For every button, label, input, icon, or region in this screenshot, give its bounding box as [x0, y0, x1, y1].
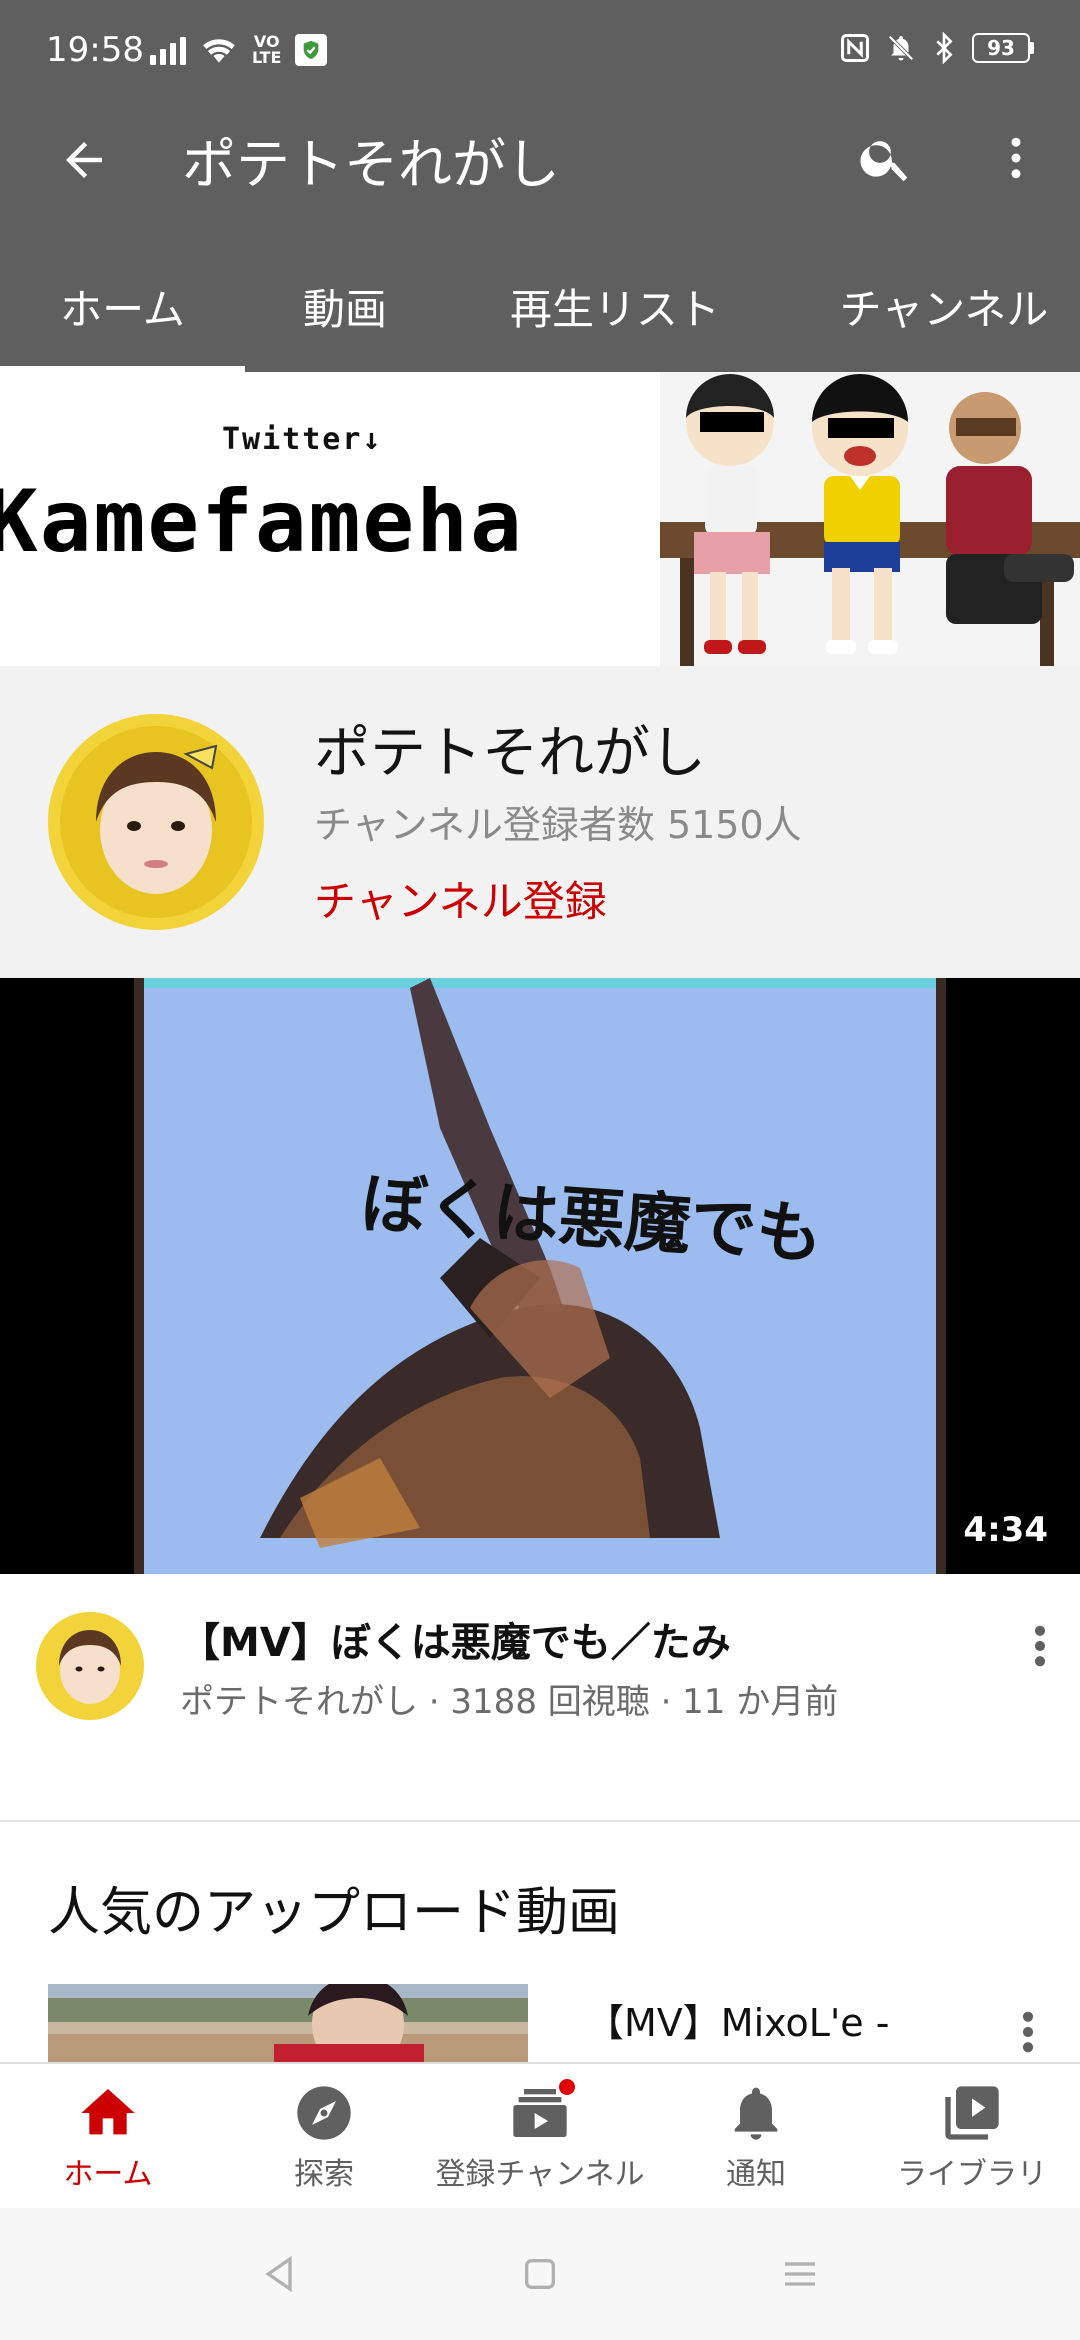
status-bar: 19:58 VO LTE 93 [0, 0, 1080, 84]
system-navigation-bar [0, 2208, 1080, 2340]
volte-icon: VO LTE [252, 32, 282, 67]
channel-tabs: ホーム 動画 再生リスト チャンネル [0, 240, 1080, 372]
more-options-button[interactable] [980, 122, 1052, 194]
home-icon [81, 2089, 135, 2135]
nfc-icon [841, 34, 869, 62]
back-button[interactable] [48, 124, 120, 196]
video-metadata: ポテトそれがし · 3188 回視聴 · 11 か月前 [180, 1682, 839, 1722]
video-title[interactable]: 【MV】ぼくは悪魔でも／たみ [180, 1610, 731, 1668]
banner-photo [660, 372, 1080, 666]
signal-icon [150, 35, 186, 65]
wifi-icon [203, 39, 235, 63]
app-bar: ポテトそれがし [0, 84, 1080, 240]
nav-notifications[interactable]: 通知 [648, 2064, 864, 2210]
section-divider [0, 1820, 1080, 1822]
video-more-button[interactable] [1022, 1616, 1058, 1676]
video-channel-avatar[interactable] [36, 1612, 144, 1720]
page-title: ポテトそれがし [182, 133, 560, 196]
nav-explore-label: 探索 [294, 2157, 354, 2192]
home-square-icon [525, 2259, 555, 2289]
library-icon [945, 2086, 999, 2140]
bell-icon [734, 2087, 778, 2140]
tab-channels-label: チャンネル [839, 284, 1049, 334]
more-vertical-icon [1011, 137, 1021, 179]
popular-video-thumbnail[interactable] [48, 1984, 528, 2064]
tab-channels[interactable]: チャンネル [808, 240, 1080, 372]
back-triangle-icon [265, 2255, 292, 2293]
more-vertical-icon [1034, 1625, 1046, 1667]
nav-explore[interactable]: 探索 [216, 2064, 432, 2210]
more-vertical-icon [1022, 2011, 1034, 2053]
compass-icon [297, 2086, 351, 2140]
battery-level: 93 [987, 36, 1015, 60]
channel-header: ポテトそれがし チャンネル登録者数 5150人 チャンネル登録 [0, 666, 1080, 978]
popular-video-more-button[interactable] [1010, 2002, 1046, 2062]
subscriber-count: チャンネル登録者数 5150人 [314, 803, 802, 847]
search-button[interactable] [850, 122, 922, 194]
tab-playlists[interactable]: 再生リスト [470, 240, 760, 372]
subscribe-button[interactable]: チャンネル登録 [314, 868, 607, 929]
nav-notifications-label: 通知 [726, 2157, 786, 2192]
status-time: 19:58 [46, 30, 144, 70]
nav-subscriptions[interactable]: 登録チャンネル [432, 2064, 648, 2210]
channel-banner: Twitter↓ Kamefameha [0, 372, 1080, 666]
status-left-icons: VO LTE [150, 32, 328, 67]
system-recents-button[interactable] [770, 2244, 830, 2304]
banner-handle: Kamefameha [0, 472, 524, 572]
nav-library-label: ライブラリ [897, 2157, 1047, 2192]
back-arrow-icon [66, 142, 102, 178]
popular-uploads-heading: 人気のアップロード動画 [48, 1883, 621, 1943]
channel-name: ポテトそれがし [314, 721, 706, 786]
search-icon [860, 141, 908, 182]
tab-home[interactable]: ホーム [0, 240, 245, 372]
nav-library[interactable]: ライブラリ [864, 2064, 1080, 2210]
system-home-button[interactable] [510, 2244, 570, 2304]
video-duration: 4:34 [963, 1510, 1048, 1550]
tab-videos[interactable]: 動画 [245, 240, 445, 372]
system-back-button[interactable] [250, 2244, 310, 2304]
video-thumbnail-image: ぼくは悪魔でも [0, 978, 1080, 1574]
tab-playlists-label: 再生リスト [509, 284, 720, 334]
recents-menu-icon [785, 2262, 815, 2286]
popular-video-title[interactable]: 【MV】MixoL'e - [586, 1992, 889, 2047]
channel-avatar[interactable] [48, 714, 264, 930]
nav-home-label: ホーム [63, 2157, 153, 2192]
featured-video-info: 【MV】ぼくは悪魔でも／たみ ポテトそれがし · 3188 回視聴 · 11 か… [0, 1574, 1080, 1818]
bottom-navigation: ホーム 探索 登録チャンネル 通知 ライブラリ [0, 2062, 1080, 2208]
bluetooth-icon [936, 32, 953, 64]
featured-video-thumbnail[interactable]: ぼくは悪魔でも 4:34 [0, 978, 1080, 1574]
banner-twitter-label: Twitter↓ [222, 422, 383, 457]
nav-home[interactable]: ホーム [0, 2064, 216, 2210]
nav-subscriptions-label: 登録チャンネル [435, 2157, 645, 2192]
subscriptions-badge [556, 2076, 578, 2098]
bell-off-icon [888, 35, 914, 61]
battery-icon: 93 [972, 33, 1034, 63]
shield-icon [295, 34, 328, 66]
tab-videos-label: 動画 [302, 284, 387, 334]
status-right-icons: 93 [840, 32, 1034, 64]
tab-home-label: ホーム [60, 284, 185, 334]
